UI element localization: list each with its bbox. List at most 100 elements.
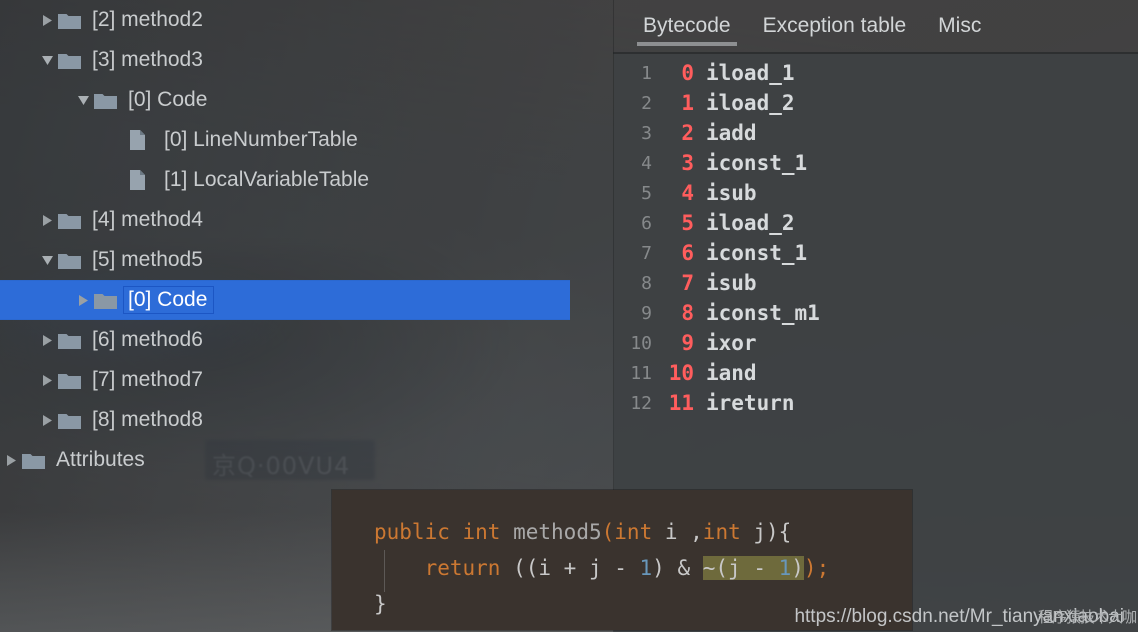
bytecode-line[interactable]: 7 6 iconst_1 xyxy=(614,238,1138,268)
bytecode-opcode[interactable]: iload_2 xyxy=(694,91,795,115)
expression-left: ((i + j - xyxy=(500,556,640,580)
keyword-int-return: int xyxy=(462,520,501,544)
chevron-right-icon xyxy=(78,294,88,306)
bytecode-opcode[interactable]: iconst_1 xyxy=(694,241,807,265)
bytecode-opcode[interactable]: isub xyxy=(694,271,757,295)
line-number: 1 xyxy=(641,62,652,84)
bytecode-opcode[interactable]: iadd xyxy=(694,121,757,145)
bytecode-opcode[interactable]: iconst_m1 xyxy=(694,301,820,325)
tree-row[interactable]: [0] Code xyxy=(0,80,613,120)
bytecode-offset: 6 xyxy=(681,241,694,265)
bytecode-opcode[interactable]: ireturn xyxy=(694,391,795,415)
chevron-right-icon[interactable] xyxy=(36,360,58,400)
chevron-right-icon[interactable] xyxy=(36,0,58,40)
bytecode-line[interactable]: 12 11 ireturn xyxy=(614,388,1138,418)
tree-row[interactable]: [0] Code xyxy=(0,280,570,320)
literal-one-a: 1 xyxy=(639,556,653,580)
folder-icon xyxy=(58,53,81,69)
tree-row[interactable]: [7] method7 xyxy=(0,360,613,400)
code-line-1: public int method5(int i ,int j){ xyxy=(374,514,912,550)
literal-one-b: 1 xyxy=(778,556,792,580)
folder-icon xyxy=(58,211,88,230)
tree-row[interactable]: [1] LocalVariableTable xyxy=(0,160,613,200)
bytecode-line[interactable]: 2 1 iload_2 xyxy=(614,88,1138,118)
bytecode-offset: 11 xyxy=(668,391,694,415)
tree-row[interactable]: [5] method5 xyxy=(0,240,613,280)
tree-row-label: [6] method6 xyxy=(92,328,203,351)
tab-exception-table[interactable]: Exception table xyxy=(747,0,923,52)
class-structure-tree[interactable]: [2] method2 [3] method3 [0] Code [0] LineNu… xyxy=(0,0,613,480)
bytecode-line[interactable]: 8 7 isub xyxy=(614,268,1138,298)
chevron-down-icon[interactable] xyxy=(36,240,58,280)
tree-row[interactable]: [0] LineNumberTable xyxy=(0,120,613,160)
bytecode-opcode[interactable]: isub xyxy=(694,181,757,205)
chevron-right-icon[interactable] xyxy=(36,200,58,240)
bytecode-line[interactable]: 3 2 iadd xyxy=(614,118,1138,148)
tree-row[interactable]: [3] method3 xyxy=(0,40,613,80)
bytecode-offset: 2 xyxy=(681,121,694,145)
bytecode-offset: 0 xyxy=(681,61,694,85)
chevron-right-icon[interactable] xyxy=(36,400,58,440)
file-icon xyxy=(130,129,160,151)
chevron-right-icon[interactable] xyxy=(0,440,22,480)
line-number: 4 xyxy=(641,152,652,174)
bytecode-opcode[interactable]: iand xyxy=(694,361,757,385)
keyword-int-param1: int xyxy=(614,520,653,544)
bytecode-opcode[interactable]: iload_1 xyxy=(694,61,795,85)
folder-icon xyxy=(58,333,81,349)
tree-row[interactable]: Attributes xyxy=(0,440,613,480)
tree-row[interactable]: [8] method8 xyxy=(0,400,613,440)
chevron-right-icon[interactable] xyxy=(36,320,58,360)
bytecode-line[interactable]: 4 3 iconst_1 xyxy=(614,148,1138,178)
folder-icon xyxy=(58,51,88,70)
bytecode-opcode[interactable]: ixor xyxy=(694,331,757,355)
keyword-return: return xyxy=(424,556,501,580)
bytecode-line[interactable]: 6 5 iload_2 xyxy=(614,208,1138,238)
expression-mid: ) & xyxy=(652,556,703,580)
folder-icon xyxy=(22,453,45,469)
folder-icon xyxy=(22,451,52,470)
expression-tail: ); xyxy=(803,556,830,580)
bytecode-opcode[interactable]: iconst_1 xyxy=(694,151,807,175)
bytecode-viewer-window: 京Q·00VU4 [2] method2 [3] method3 [0] Code[… xyxy=(0,0,1138,632)
tree-row-label: [0] Code xyxy=(122,286,215,314)
bytecode-line[interactable]: 11 10 iand xyxy=(614,358,1138,388)
line-number: 12 xyxy=(630,392,652,414)
chevron-down-icon[interactable] xyxy=(36,40,58,80)
detail-tab-bar[interactable]: Bytecode Exception table Misc xyxy=(613,0,1138,52)
highlight-close: ) xyxy=(791,556,804,580)
line-number: 11 xyxy=(630,362,652,384)
tree-row-label: [0] Code xyxy=(128,88,208,111)
no-toggle-spacer xyxy=(108,160,130,200)
highlighted-expression: ~(j - 1) xyxy=(702,556,804,580)
tab-bytecode[interactable]: Bytecode xyxy=(627,0,747,52)
file-icon xyxy=(130,169,145,190)
chevron-down-icon[interactable] xyxy=(72,80,94,120)
tab-misc[interactable]: Misc xyxy=(922,0,997,52)
bytecode-offset: 9 xyxy=(681,331,694,355)
bytecode-line[interactable]: 10 9 ixor xyxy=(614,328,1138,358)
method-name: method5 xyxy=(513,520,602,544)
bytecode-line[interactable]: 1 0 iload_1 xyxy=(614,58,1138,88)
bytecode-opcode[interactable]: iload_2 xyxy=(694,211,795,235)
tree-row[interactable]: [2] method2 xyxy=(0,0,613,40)
tree-row[interactable]: [4] method4 xyxy=(0,200,613,240)
bytecode-line[interactable]: 9 8 iconst_m1 xyxy=(614,298,1138,328)
bytecode-offset: 4 xyxy=(681,181,694,205)
no-toggle-spacer xyxy=(108,120,130,160)
bytecode-line[interactable]: 5 4 isub xyxy=(614,178,1138,208)
chevron-right-icon xyxy=(6,454,16,466)
folder-icon xyxy=(94,91,124,110)
line-number: 7 xyxy=(641,242,652,264)
bytecode-offset: 1 xyxy=(681,91,694,115)
tree-row[interactable]: [6] method6 xyxy=(0,320,613,360)
chevron-down-icon xyxy=(77,95,89,105)
chevron-right-icon[interactable] xyxy=(72,280,94,320)
line-number: 2 xyxy=(641,92,652,114)
param-i: i , xyxy=(652,520,703,544)
